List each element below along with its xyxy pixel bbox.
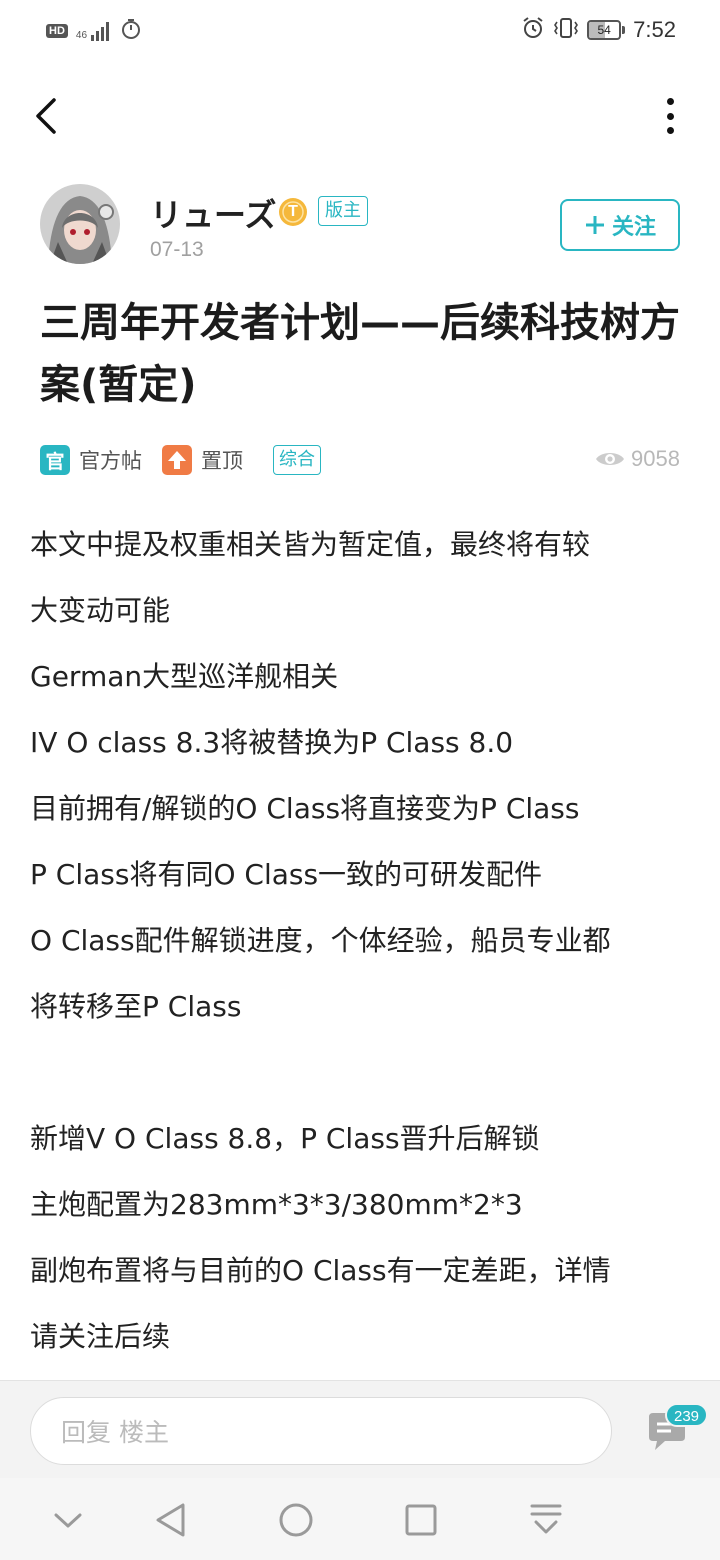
nav-back-triangle-icon[interactable] (148, 1498, 192, 1542)
alarm-icon (521, 16, 545, 44)
post-body-line: IV O class 8.3将被替换为P Class 8.0 (30, 726, 514, 759)
back-button[interactable] (26, 94, 66, 138)
battery-cap (622, 26, 626, 34)
cellular-signal-icon: 46 (76, 21, 113, 41)
author-name[interactable]: リューズ (150, 190, 276, 236)
battery-level-text: 54 (597, 23, 611, 37)
vibrate-icon (553, 16, 579, 44)
post-body-line: 将转移至P Class (30, 990, 242, 1023)
category-badge[interactable]: 综合 (273, 445, 321, 475)
post-body-line: P Class将有同O Class一致的可研发配件 (30, 858, 543, 891)
status-bar-right: 54 7:52 (521, 16, 676, 44)
post-tags-row: 官 官方帖 置顶 综合 (40, 444, 321, 476)
post-body-line: 主炮配置为283mm*3*3/380mm*2*3 (30, 1188, 523, 1221)
more-vertical-icon-dot (666, 127, 674, 134)
post-body-line: 目前拥有/解锁的O Class将直接变为P Class (30, 792, 580, 825)
timer-icon (121, 18, 141, 44)
more-vertical-icon-dot (666, 112, 674, 120)
more-options-button[interactable] (660, 96, 680, 136)
post-body-line: 请关注后续 (30, 1320, 171, 1353)
comment-count-badge: 239 (665, 1403, 709, 1427)
reply-bar: 回复 楼主 239 (0, 1380, 720, 1478)
battery-icon: 54 (587, 20, 626, 40)
plus-icon (585, 216, 604, 234)
status-bar: HD 46 54 7:52 (0, 0, 720, 62)
post-body-line: 新增V O Class 8.8，P Class晋升后解锁 (30, 1122, 540, 1155)
nav-notification-pulldown-icon[interactable] (524, 1498, 568, 1542)
follow-button[interactable]: 关注 (560, 199, 680, 251)
follow-label: 关注 (611, 215, 656, 240)
post-body-line: 本文中提及权重相关皆为暂定值，最终将有较 (30, 528, 591, 561)
level-badge-text: T (288, 203, 298, 220)
post-body: 本文中提及权重相关皆为暂定值，最终将有较 大变动可能 German大型巡洋舰相关… (30, 512, 690, 1370)
network-type-label: 46 (75, 30, 88, 41)
view-count: 9058 (595, 446, 680, 472)
post-body-line: 大变动可能 (30, 594, 171, 627)
nav-home-circle-icon[interactable] (274, 1498, 318, 1542)
official-tag-label: 官方帖 (79, 449, 142, 473)
nav-recents-square-icon[interactable] (399, 1498, 443, 1542)
pinned-tag-label: 置顶 (201, 449, 243, 473)
status-clock: 7:52 (633, 17, 676, 42)
post-body-line (30, 1040, 690, 1106)
collapse-chevron-icon[interactable] (46, 1498, 90, 1542)
moderator-badge: 版主 (318, 196, 368, 226)
post-body-line: O Class配件解锁进度，个体经验，船员专业都 (30, 924, 611, 957)
post-body-line: 副炮布置将与目前的O Class有一定差距，详情 (30, 1254, 611, 1287)
system-nav-bar (0, 1478, 720, 1560)
author-avatar[interactable] (40, 184, 120, 264)
back-arrow-icon (36, 98, 56, 134)
status-bar-left: HD 46 (46, 18, 141, 44)
pin-up-arrow-icon (162, 445, 192, 475)
official-tag-icon: 官 (40, 445, 70, 475)
level-badge-icon: T (278, 197, 308, 227)
battery-body: 54 (587, 20, 622, 40)
hd-badge: HD (46, 24, 68, 38)
eye-icon (596, 453, 625, 465)
reply-input[interactable]: 回复 楼主 (30, 1397, 612, 1465)
view-count-value: 9058 (631, 446, 680, 471)
more-vertical-icon-dot (666, 98, 674, 105)
post-title: 三周年开发者计划——后续科技树方案(暂定) (40, 300, 680, 408)
post-body-line: German大型巡洋舰相关 (30, 660, 339, 693)
post-date: 07-13 (150, 238, 204, 261)
